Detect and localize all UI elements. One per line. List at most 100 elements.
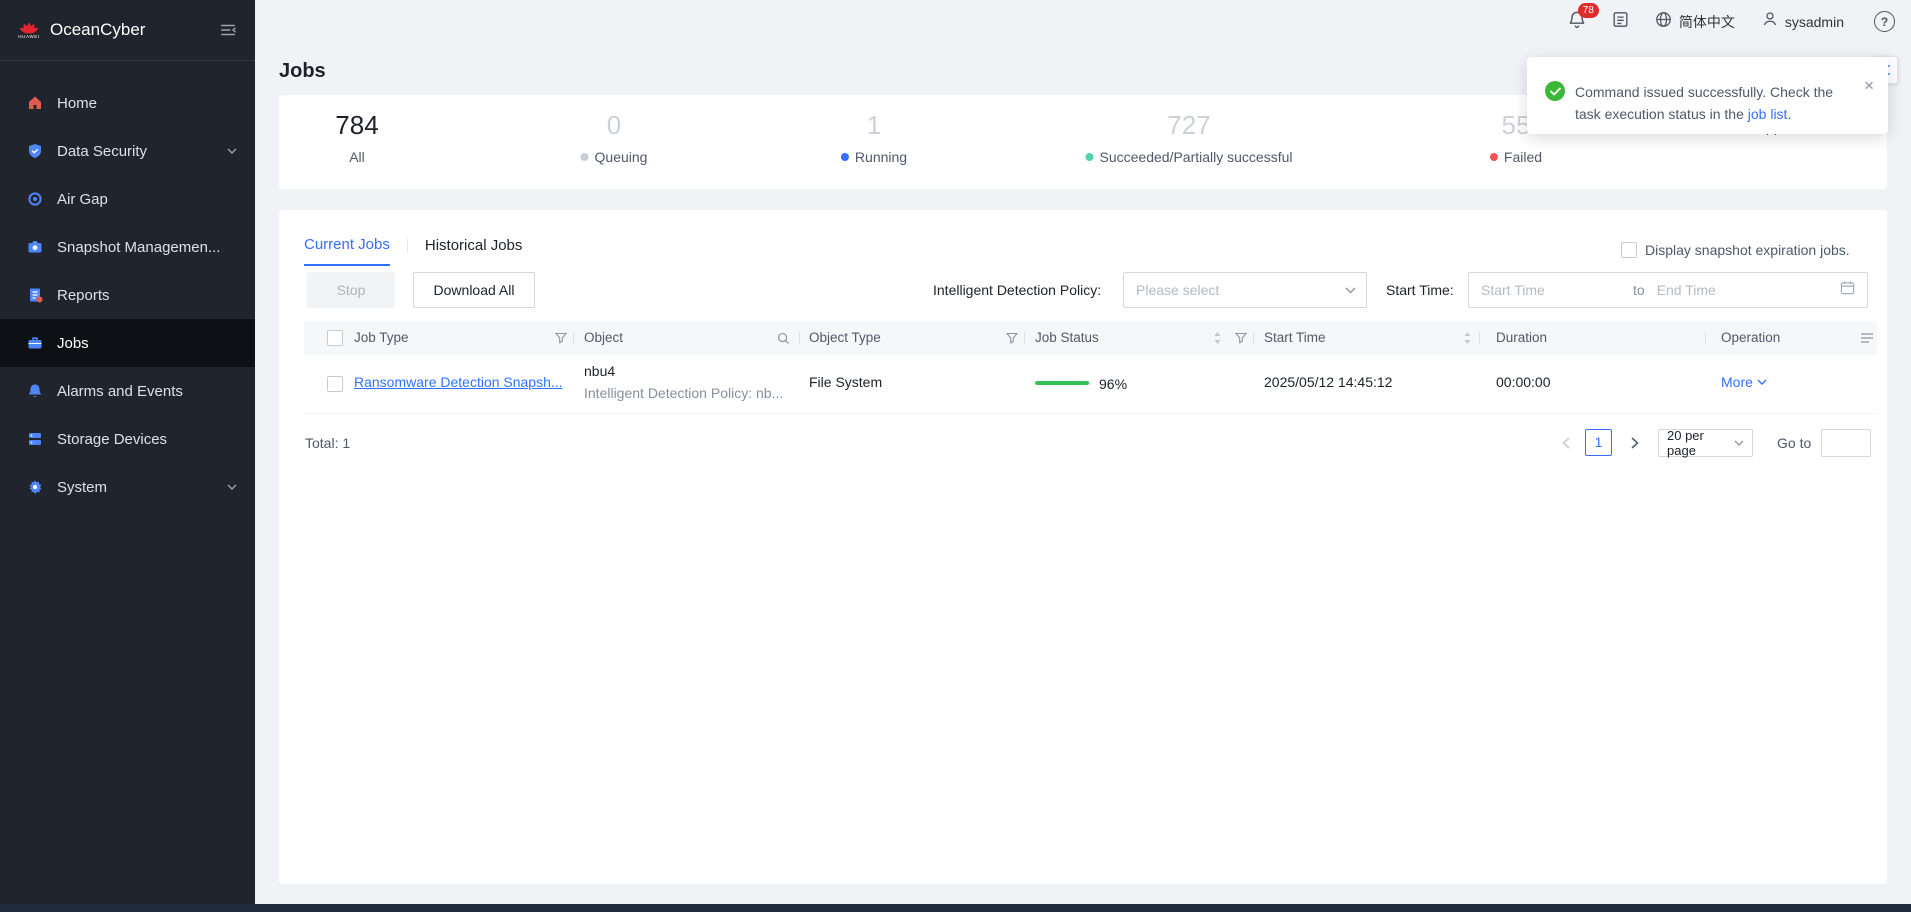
row-checkbox[interactable] <box>327 376 343 392</box>
display-snapshot-expiration-option[interactable]: Display snapshot expiration jobs. <box>1621 242 1850 258</box>
success-toast: Command issued successfully. Check the t… <box>1527 57 1888 134</box>
username-label: sysadmin <box>1785 14 1844 30</box>
more-actions-button[interactable]: More <box>1721 374 1767 390</box>
camera-icon <box>26 238 44 256</box>
duration-cell: 00:00:00 <box>1496 374 1551 390</box>
sidebar-item-snapshot-management[interactable]: Snapshot Managemen... <box>0 223 255 271</box>
queuing-dot <box>581 153 589 161</box>
goto-page-input[interactable] <box>1821 429 1871 457</box>
search-icon[interactable] <box>777 332 790 345</box>
stat-all[interactable]: 784 All <box>335 110 378 165</box>
stat-succeeded[interactable]: 727 Succeeded/Partially successful <box>1086 110 1293 165</box>
total-count: Total: 1 <box>305 435 350 451</box>
download-all-button[interactable]: Download All <box>413 272 535 308</box>
sort-icon[interactable] <box>1213 331 1222 345</box>
sidebar-item-storage-devices[interactable]: Storage Devices <box>0 415 255 463</box>
language-switcher[interactable]: 简体中文 <box>1654 10 1735 34</box>
stat-value: 784 <box>335 110 378 140</box>
column-header-job-type: Job Type <box>354 321 409 355</box>
success-check-icon <box>1545 81 1565 101</box>
chevron-down-icon <box>227 484 237 490</box>
brand-header: HUAWEI OceanCyber <box>0 0 255 61</box>
pagination-prev-button[interactable] <box>1562 437 1570 449</box>
stat-label: All <box>349 149 365 165</box>
help-button[interactable]: ? <box>1874 11 1895 32</box>
user-menu[interactable]: sysadmin <box>1761 10 1844 33</box>
sidebar-item-jobs[interactable]: Jobs <box>0 319 255 367</box>
chevron-down-icon <box>1734 440 1744 446</box>
table-row[interactable]: Ransomware Detection Snapsh... nbu4 Inte… <box>304 355 1877 414</box>
column-header-operation: Operation <box>1721 321 1780 355</box>
tab-current-jobs[interactable]: Current Jobs <box>304 236 390 266</box>
task-list-button[interactable] <box>1611 10 1630 34</box>
chevron-down-icon <box>1345 287 1356 294</box>
close-icon[interactable]: × <box>1864 77 1874 94</box>
stat-running[interactable]: 1 Running <box>841 110 907 165</box>
column-divider <box>1705 332 1706 344</box>
bottom-strip <box>0 904 1911 912</box>
start-time-input[interactable]: Start Time <box>1481 282 1621 298</box>
sidebar-item-label: Air Gap <box>57 191 108 208</box>
job-type-link[interactable]: Ransomware Detection Snapsh... <box>354 374 563 390</box>
pagination-next-button[interactable] <box>1631 437 1639 449</box>
toast-message-line2: task execution status in the <box>1575 106 1744 122</box>
sidebar-item-label: Storage Devices <box>57 431 167 448</box>
job-list-link[interactable]: job list <box>1748 106 1788 122</box>
storage-icon <box>26 430 44 448</box>
filter-icon[interactable] <box>555 332 567 344</box>
sidebar-item-system[interactable]: System <box>0 463 255 511</box>
topbar: 78 简体中文 sysadmin ? <box>1567 9 1895 34</box>
chevron-down-icon <box>227 148 237 154</box>
stat-queuing[interactable]: 0 Queuing <box>581 110 648 165</box>
home-icon <box>26 94 44 112</box>
progress-fill <box>1035 381 1089 385</box>
toast-message-suffix: . <box>1787 106 1791 122</box>
stat-label: Running <box>855 149 907 165</box>
shield-icon <box>26 142 44 160</box>
column-header-object: Object <box>584 321 623 355</box>
failed-dot <box>1490 153 1498 161</box>
sidebar-item-air-gap[interactable]: Air Gap <box>0 175 255 223</box>
sidebar-item-alarms-and-events[interactable]: Alarms and Events <box>0 367 255 415</box>
sidebar-collapse-icon[interactable] <box>219 22 237 38</box>
filter-icon[interactable] <box>1006 332 1018 344</box>
tab-historical-jobs[interactable]: Historical Jobs <box>425 237 523 265</box>
report-icon <box>26 286 44 304</box>
page-size-select[interactable]: 20 per page <box>1658 429 1753 457</box>
object-detail: Intelligent Detection Policy: nb... <box>584 385 783 401</box>
display-snapshot-expiration-label: Display snapshot expiration jobs. <box>1645 242 1850 258</box>
pagination-page-1[interactable]: 1 <box>1585 429 1612 456</box>
start-time-filter-label: Start Time: <box>1386 272 1454 308</box>
chevron-down-icon <box>1757 379 1767 385</box>
column-divider <box>573 332 574 344</box>
column-settings-icon[interactable] <box>1860 332 1874 344</box>
notifications-button[interactable]: 78 <box>1567 9 1587 34</box>
task-list-icon <box>1611 10 1630 34</box>
sidebar-item-label: Reports <box>57 287 110 304</box>
filter-icon[interactable] <box>1235 332 1247 344</box>
sidebar-menu: Home Data Security Air Gap Snapshot Mana… <box>0 61 255 511</box>
huawei-logo-icon: HUAWEI <box>18 20 40 40</box>
time-range-picker[interactable]: Start Time to End Time <box>1468 272 1868 308</box>
start-time-cell: 2025/05/12 14:45:12 <box>1264 374 1392 390</box>
column-divider <box>799 332 800 344</box>
stop-button[interactable]: Stop <box>307 272 395 308</box>
goto-page-label: Go to <box>1777 435 1811 451</box>
air-gap-icon <box>26 190 44 208</box>
page-size-label: 20 per page <box>1667 428 1734 458</box>
column-divider <box>1479 332 1480 344</box>
select-all-checkbox[interactable] <box>327 330 343 346</box>
sidebar-item-data-security[interactable]: Data Security <box>0 127 255 175</box>
column-divider <box>1253 332 1254 344</box>
sort-icon[interactable] <box>1463 331 1472 345</box>
jobs-tabs: Current Jobs Historical Jobs <box>304 236 522 266</box>
sidebar-item-label: Home <box>57 95 97 112</box>
object-type-cell: File System <box>809 374 882 390</box>
stat-value: 0 <box>581 110 648 140</box>
display-snapshot-expiration-checkbox[interactable] <box>1621 242 1637 258</box>
sidebar-item-home[interactable]: Home <box>0 79 255 127</box>
policy-select[interactable]: Please select <box>1123 272 1367 308</box>
progress-percent: 96% <box>1099 376 1127 392</box>
sidebar-item-reports[interactable]: Reports <box>0 271 255 319</box>
end-time-input[interactable]: End Time <box>1657 282 1828 298</box>
